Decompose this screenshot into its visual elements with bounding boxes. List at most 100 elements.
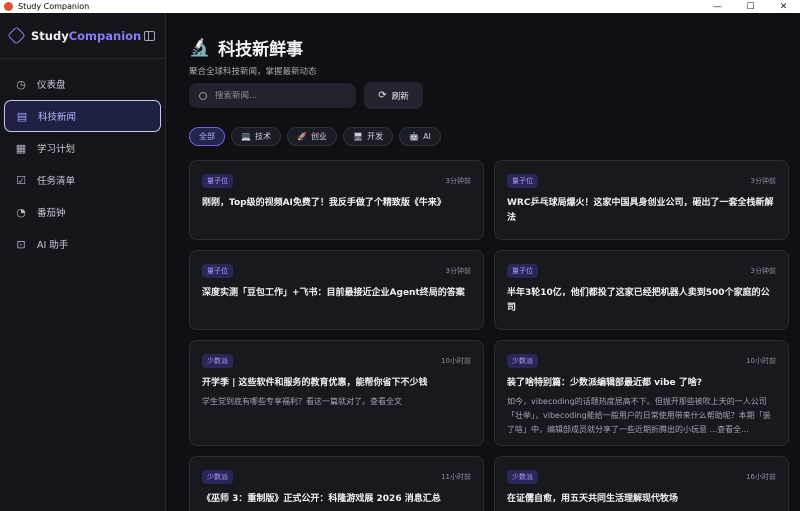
filter-label: 创业 (310, 132, 327, 141)
source-tag: 少数派 (507, 470, 538, 484)
brand: StudyCompanion (0, 13, 165, 59)
source-tag: 量子位 (202, 264, 233, 278)
close-button[interactable]: ✕ (767, 0, 800, 13)
filter-ai[interactable]: 🤖 AI (399, 127, 441, 146)
card-meta: 少数派 10小时前 (202, 354, 471, 368)
filter-label: AI (423, 132, 431, 141)
filter-label: 技术 (254, 132, 271, 141)
page-subtitle: 聚合全球科技新闻，掌握最新动态 (189, 67, 317, 77)
card-meta: 量子位 3分钟前 (202, 264, 471, 278)
card-meta: 量子位 3分钟前 (507, 174, 776, 188)
source-tag: 量子位 (507, 264, 538, 278)
checkbox-icon: ☑ (16, 173, 26, 187)
news-card[interactable]: 量子位 3分钟前 WRC乒乓球局爆火！这家中国具身创业公司，砸出了一套全栈新解法 (494, 160, 789, 240)
news-headline[interactable]: 深度实测「豆包工作」+飞书：目前最接近企业Agent终局的答案 (202, 286, 471, 301)
news-headline[interactable]: 刚刚，Top级的视频AI免费了！我反手做了个精致版《牛来》 (202, 196, 471, 211)
card-meta: 量子位 3分钟前 (507, 264, 776, 278)
filter-label: 全部 (199, 132, 215, 141)
page-title-text: 科技新鲜事 (218, 40, 304, 60)
newspaper-icon: ▤ (16, 109, 28, 123)
news-headline[interactable]: 半年3轮10亿，他们都投了这家已经把机器人卖到500个家庭的公司 (507, 286, 776, 316)
card-meta: 量子位 3分钟前 (202, 174, 471, 188)
maximize-button[interactable]: ☐ (734, 0, 767, 13)
timestamp: 3分钟前 (445, 177, 471, 185)
source-tag: 量子位 (202, 174, 233, 188)
page-title: 🔬 科技新鲜事 (189, 35, 317, 61)
card-meta: 少数派 10小时前 (507, 354, 776, 368)
search-input[interactable] (215, 90, 345, 101)
news-summary: 如今，vibecoding的话题热度居高不下。但抛开那些被吹上天的一人公司「壮举… (507, 397, 771, 434)
sidebar-item-tasks[interactable]: ☑ 任务清单 (4, 164, 161, 196)
laptop-icon: 💻 (241, 132, 251, 141)
sidebar-item-label: 学习计划 (37, 144, 76, 155)
source-tag: 少数派 (202, 470, 233, 484)
news-headline[interactable]: 《巫师 3：重制版》正式公开：科隆游戏展 2026 消息汇总 (202, 492, 471, 507)
card-meta: 少数派 16小时前 (507, 470, 776, 484)
news-card[interactable]: 少数派 11小时前 《巫师 3：重制版》正式公开：科隆游戏展 2026 消息汇总 (189, 456, 484, 511)
sidebar: StudyCompanion ◷ 仪表盘 ▤ 科技新闻 ▦ 学习计划 ☑ 任务清… (0, 13, 166, 511)
news-card[interactable]: 量子位 3分钟前 刚刚，Top级的视频AI免费了！我反手做了个精致版《牛来》 (189, 160, 484, 240)
sidebar-item-label: AI 助手 (37, 240, 69, 251)
sidebar-item-pomodoro[interactable]: ◔ 番茄钟 (4, 196, 161, 228)
sidebar-item-tech-news[interactable]: ▤ 科技新闻 (4, 100, 161, 132)
sidebar-collapse-icon[interactable] (144, 30, 155, 41)
timer-icon: ◔ (16, 205, 26, 219)
brand-logo-icon (7, 26, 26, 45)
timestamp: 10小时前 (746, 357, 776, 365)
app-icon (4, 2, 13, 11)
sidebar-item-label: 任务清单 (37, 176, 76, 187)
filter-startup[interactable]: 🚀 创业 (286, 127, 337, 146)
timestamp: 3分钟前 (750, 177, 776, 185)
microscope-icon: 🔬 (189, 37, 211, 58)
source-tag: 少数派 (507, 354, 538, 368)
timestamp: 3分钟前 (445, 267, 471, 275)
sidebar-item-label: 番茄钟 (37, 208, 66, 219)
brand-name-main: Study (31, 28, 69, 43)
sidebar-item-dashboard[interactable]: ◷ 仪表盘 (4, 68, 161, 100)
robot-icon: 🤖 (409, 132, 420, 141)
gauge-icon: ◷ (16, 77, 26, 91)
robot-icon: ⊡ (16, 237, 26, 251)
search-box[interactable] (189, 83, 356, 108)
filter-all[interactable]: 全部 (189, 127, 225, 146)
filter-tech[interactable]: 💻 技术 (231, 127, 281, 146)
filter-dev[interactable]: 🖥 开发 (342, 127, 394, 146)
monitor-icon: 🖥 (352, 132, 364, 141)
sidebar-item-ai-assistant[interactable]: ⊡ AI 助手 (4, 228, 161, 260)
search-icon (199, 91, 207, 100)
calendar-icon: ▦ (15, 141, 27, 155)
news-card[interactable]: 量子位 3分钟前 深度实测「豆包工作」+飞书：目前最接近企业Agent终局的答案 (189, 250, 484, 330)
sidebar-item-label: 仪表盘 (37, 80, 66, 91)
page-header: 🔬 科技新鲜事 聚合全球科技新闻，掌握最新动态 (189, 35, 317, 78)
filter-label: 开发 (367, 132, 384, 141)
sidebar-item-study-plan[interactable]: ▦ 学习计划 (4, 132, 161, 164)
filter-chips: 全部 💻 技术 🚀 创业 🖥 开发 🤖 AI (189, 127, 447, 146)
rocket-icon: 🚀 (296, 132, 307, 141)
timestamp: 11小时前 (441, 473, 471, 481)
minimize-button[interactable]: — (701, 0, 734, 13)
brand-name: StudyCompanion (31, 29, 144, 43)
news-headline[interactable]: 装了啥特别篇：少数派编辑部最近都 vibe 了啥? (507, 376, 776, 391)
timestamp: 10小时前 (441, 357, 471, 365)
brand-name-accent: Companion (68, 28, 142, 43)
news-summary: 学生党到底有哪些专享福利？看这一篇就对了。查看全文 (202, 397, 402, 406)
sidebar-item-label: 科技新闻 (38, 112, 77, 123)
news-card[interactable]: 少数派 10小时前 装了啥特别篇：少数派编辑部最近都 vibe 了啥? 如今，v… (494, 340, 789, 446)
refresh-icon: ⟳ (378, 90, 387, 101)
refresh-button[interactable]: ⟳ 刷新 (364, 82, 423, 109)
main-content: 🔬 科技新鲜事 聚合全球科技新闻，掌握最新动态 ⟳ 刷新 全部 💻 技术 🚀 创… (167, 13, 800, 511)
news-card[interactable]: 少数派 10小时前 开学季 | 这些软件和服务的教育优惠，能帮你省下不少钱 学生… (189, 340, 484, 446)
window-title: Study Companion (18, 2, 90, 11)
timestamp: 16小时前 (746, 473, 776, 481)
news-headline[interactable]: 开学季 | 这些软件和服务的教育优惠，能帮你省下不少钱 (202, 376, 471, 391)
card-meta: 少数派 11小时前 (202, 470, 471, 484)
refresh-label: 刷新 (391, 91, 409, 102)
news-card[interactable]: 少数派 16小时前 在证儒自愈，用五天共同生活理解现代牧场 (494, 456, 789, 511)
news-card[interactable]: 量子位 3分钟前 半年3轮10亿，他们都投了这家已经把机器人卖到500个家庭的公… (494, 250, 789, 330)
news-headline[interactable]: 在证儒自愈，用五天共同生活理解现代牧场 (507, 492, 776, 507)
source-tag: 少数派 (202, 354, 233, 368)
source-tag: 量子位 (507, 174, 538, 188)
timestamp: 3分钟前 (750, 267, 776, 275)
sidebar-nav: ◷ 仪表盘 ▤ 科技新闻 ▦ 学习计划 ☑ 任务清单 ◔ 番茄钟 ⊡ AI 助手 (0, 59, 165, 260)
news-headline[interactable]: WRC乒乓球局爆火！这家中国具身创业公司，砸出了一套全栈新解法 (507, 196, 776, 226)
